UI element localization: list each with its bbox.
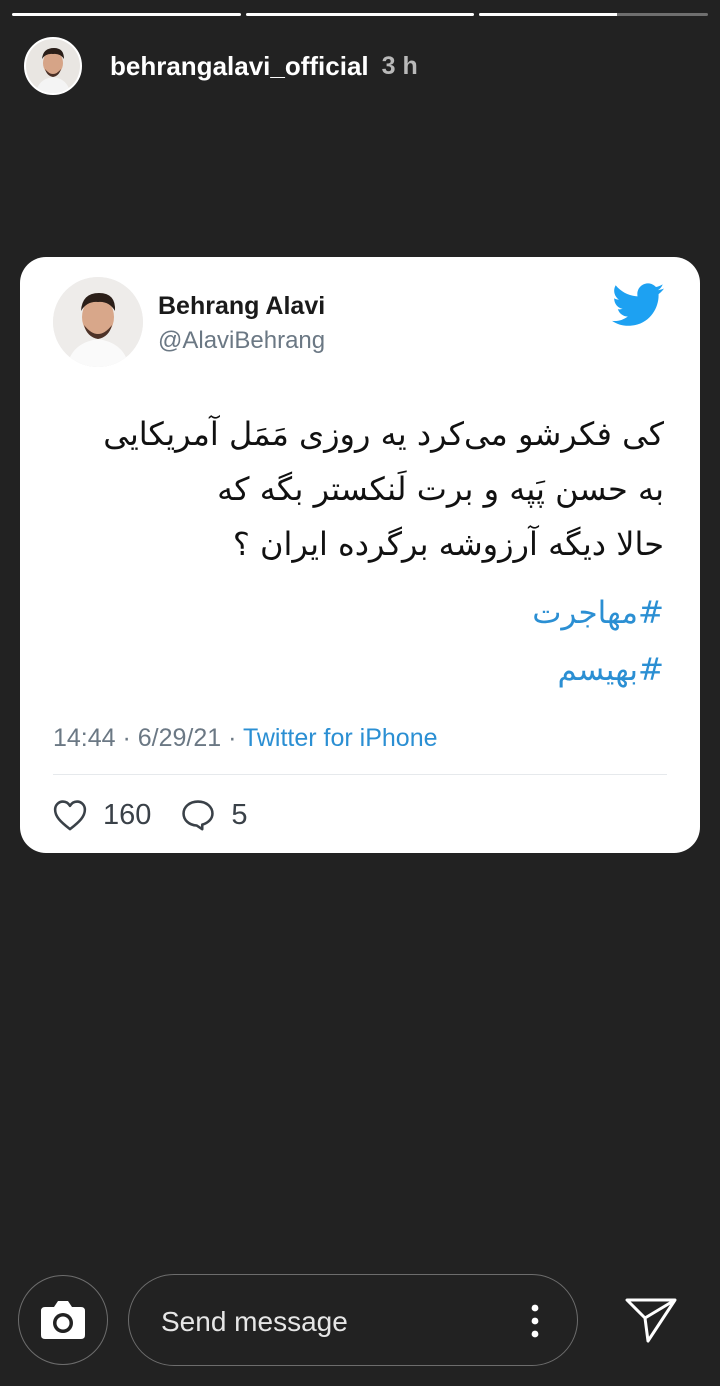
hashtag-link[interactable]: #بهیسم bbox=[532, 642, 664, 699]
tweet-text-line: کی فکرشو می‌کرد یه روزی مَمَل آمریکایی bbox=[103, 415, 664, 453]
tweet-author-handle: @AlaviBehrang bbox=[158, 327, 326, 354]
story-time: 3 h bbox=[381, 51, 418, 80]
like-count: 160 bbox=[103, 798, 152, 831]
camera-button[interactable] bbox=[18, 1275, 108, 1365]
reply-count: 5 bbox=[231, 798, 248, 831]
tweet-meta: 14:44 · 6/29/21 · Twitter for iPhone bbox=[53, 724, 438, 753]
more-vertical-icon[interactable] bbox=[531, 1304, 539, 1338]
tweet-text: کی فکرشو می‌کرد یه روزی مَمَل آمریکایی ب… bbox=[64, 407, 664, 572]
story-reply-bar: Send message bbox=[18, 1274, 702, 1368]
story-avatar[interactable] bbox=[24, 37, 82, 95]
send-icon[interactable] bbox=[624, 1296, 678, 1344]
hashtag-link[interactable]: #مهاجرت bbox=[532, 585, 664, 642]
story-progress-bar bbox=[12, 13, 709, 17]
progress-segment bbox=[12, 13, 241, 16]
camera-icon bbox=[41, 1301, 85, 1339]
story-username[interactable]: behrangalavi_official bbox=[110, 51, 369, 82]
twitter-bird-icon bbox=[612, 283, 664, 326]
message-placeholder: Send message bbox=[161, 1306, 348, 1337]
story-header: behrangalavi_official 3 h bbox=[24, 34, 696, 98]
speech-bubble-icon[interactable] bbox=[181, 799, 215, 831]
tweet-source-link[interactable]: Twitter for iPhone bbox=[243, 724, 438, 752]
tweet-card: Behrang Alavi @AlaviBehrang کی فکرشو می‌… bbox=[20, 257, 700, 853]
divider bbox=[53, 774, 667, 775]
tweet-avatar bbox=[53, 277, 143, 367]
heart-icon[interactable] bbox=[53, 799, 87, 831]
tweet-hashtags: #مهاجرت #بهیسم bbox=[532, 585, 664, 699]
tweet-text-line: حالا دیگه آرزوشه برگرده ایران ؟ bbox=[232, 525, 664, 563]
tweet-text-line: به حسن پَپه و برت لَنکستر بگه که bbox=[217, 470, 664, 508]
progress-segment bbox=[479, 13, 709, 16]
send-message-input[interactable]: Send message bbox=[128, 1274, 578, 1366]
tweet-timestamp: 14:44 · 6/29/21 · bbox=[53, 724, 243, 752]
tweet-stats: 160 5 bbox=[53, 795, 248, 835]
tweet-author-name: Behrang Alavi bbox=[158, 292, 326, 320]
progress-segment bbox=[245, 13, 475, 16]
